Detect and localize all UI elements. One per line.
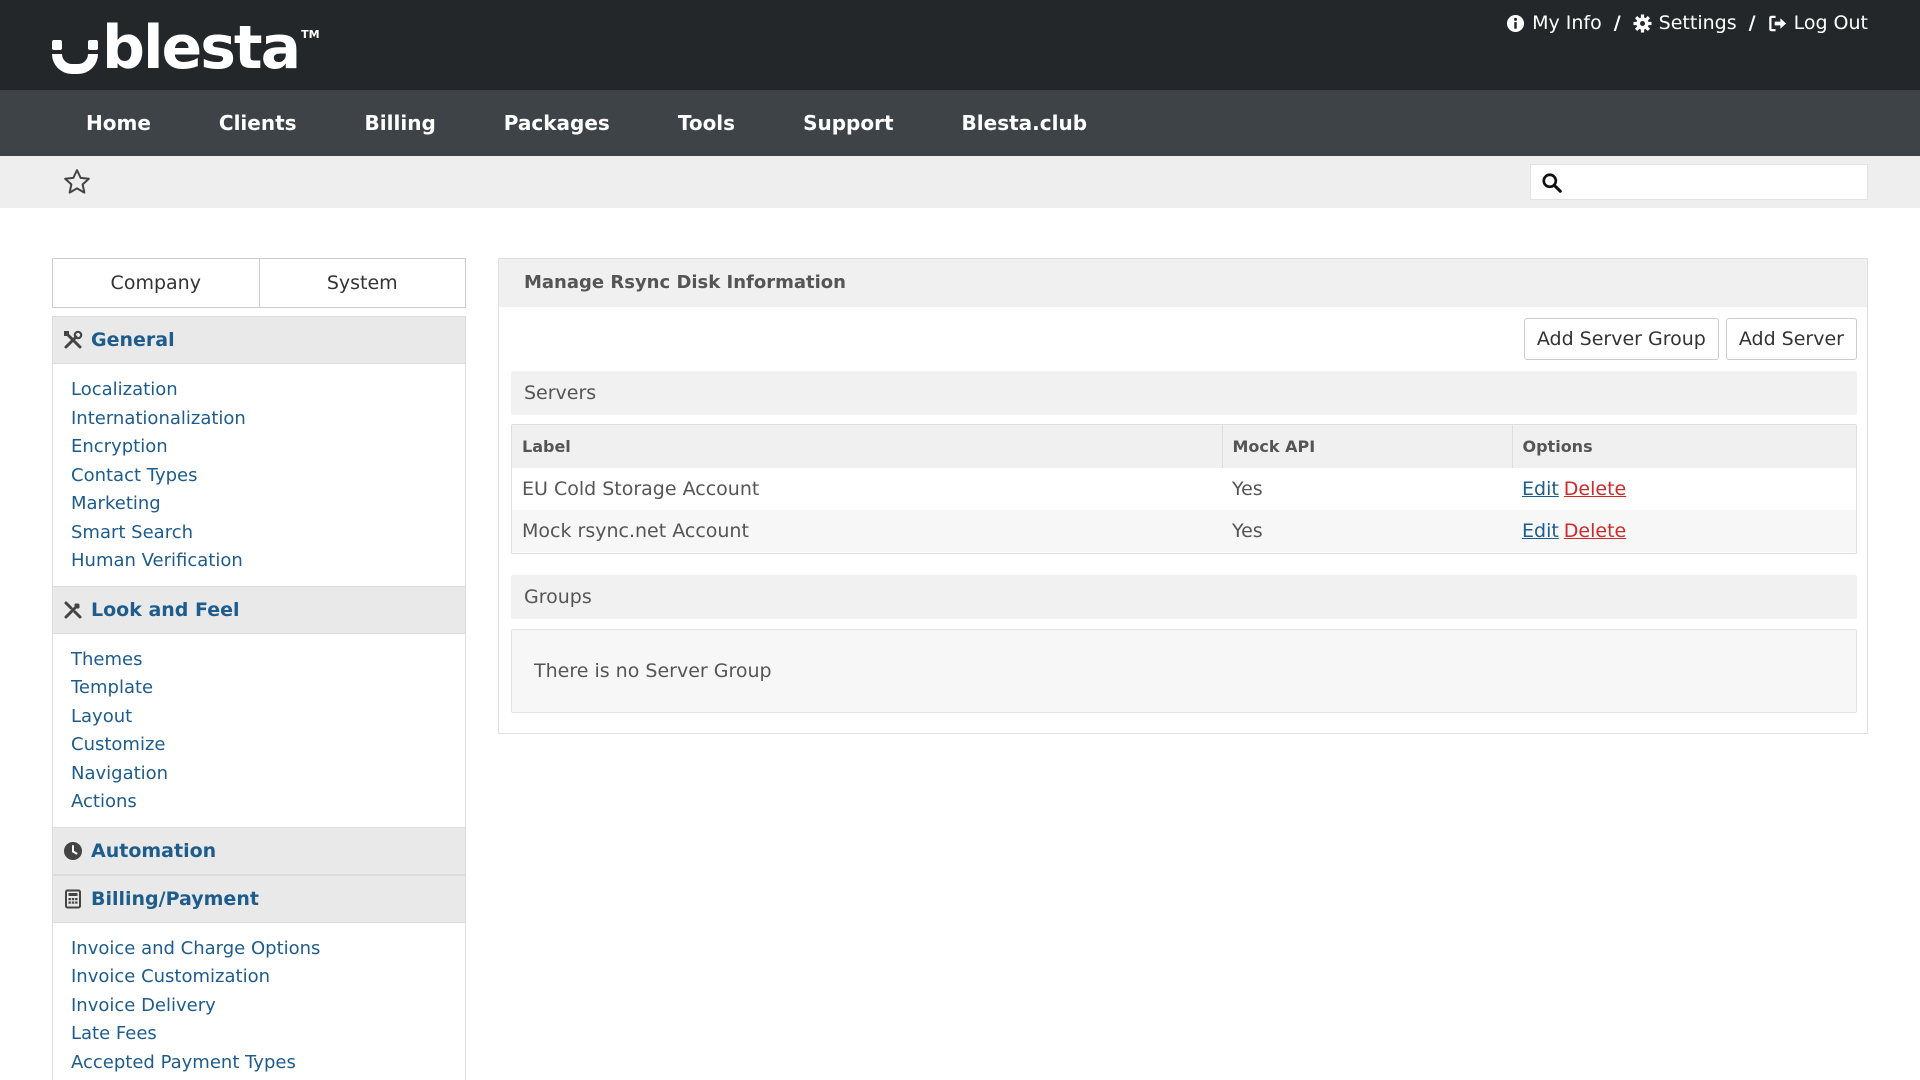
logo-text: blesta — [102, 13, 301, 83]
table-row: EU Cold Storage Account Yes Edit Delete — [512, 468, 1856, 510]
look-and-feel-links: Themes Template Layout Customize Navigat… — [53, 634, 465, 827]
logo-mark-icon — [52, 18, 100, 74]
delete-link[interactable]: Delete — [1564, 520, 1626, 542]
log-out-label: Log Out — [1793, 12, 1868, 34]
sub-bar — [0, 156, 1920, 208]
server-options: Edit Delete — [1512, 510, 1856, 552]
billing-payment-links: Invoice and Charge Options Invoice Custo… — [53, 923, 465, 1080]
search-icon — [1541, 172, 1563, 194]
my-info-label: My Info — [1532, 12, 1602, 34]
info-circle-icon — [1506, 14, 1525, 33]
delete-link[interactable]: Delete — [1564, 478, 1626, 500]
sidebar-item-invoice-customization[interactable]: Invoice Customization — [71, 963, 465, 992]
groups-empty-message: There is no Server Group — [511, 629, 1857, 713]
sidebar-item-marketing[interactable]: Marketing — [71, 490, 465, 519]
star-icon[interactable] — [62, 167, 92, 197]
sidebar-item-invoice-delivery[interactable]: Invoice Delivery — [71, 992, 465, 1021]
rsync-disk-panel: Manage Rsync Disk Information Add Server… — [498, 258, 1868, 734]
section-title: Look and Feel — [91, 598, 240, 621]
servers-table: Label Mock API Options EU Cold Storage A… — [511, 424, 1857, 554]
server-label: EU Cold Storage Account — [522, 478, 760, 500]
sidebar-item-invoice-and-charge-options[interactable]: Invoice and Charge Options — [71, 935, 465, 964]
paintbrush-icon — [63, 600, 83, 620]
sidebar-item-contact-types[interactable]: Contact Types — [71, 462, 465, 491]
sidebar-item-navigation[interactable]: Navigation — [71, 760, 465, 789]
column-header-label: Label — [512, 425, 1223, 468]
settings-link[interactable]: Settings — [1633, 12, 1737, 34]
my-info-link[interactable]: My Info — [1506, 12, 1602, 34]
panel-actions: Add Server Group Add Server — [1523, 318, 1857, 360]
nav-home[interactable]: Home — [52, 90, 185, 156]
sidebar-item-layout[interactable]: Layout — [71, 703, 465, 732]
section-title: Billing/Payment — [91, 887, 259, 910]
column-header-options: Options — [1512, 425, 1856, 468]
account-links: My Info / Settings / Log Out — [1506, 12, 1868, 34]
page-title: Manage Rsync Disk Information — [499, 259, 1867, 307]
tools-icon — [63, 330, 83, 350]
settings-tabs: Company System — [52, 258, 466, 308]
groups-heading: Groups — [511, 575, 1857, 619]
sign-out-icon — [1768, 14, 1787, 33]
server-label: Mock rsync.net Account — [512, 510, 1222, 552]
general-links: Localization Internationalization Encryp… — [53, 364, 465, 586]
add-server-group-button[interactable]: Add Server Group — [1523, 318, 1719, 360]
sidebar-item-encryption[interactable]: Encryption — [71, 433, 465, 462]
section-automation[interactable]: Automation — [53, 826, 465, 875]
edit-link[interactable]: Edit — [1522, 520, 1559, 542]
tab-company[interactable]: Company — [52, 258, 260, 308]
search-box — [1530, 164, 1868, 200]
top-bar: blesta TM My Info / Settings / Log Out — [0, 0, 1920, 90]
search-input[interactable] — [1571, 169, 1861, 197]
sidebar-item-template[interactable]: Template — [71, 674, 465, 703]
sidebar-item-localization[interactable]: Localization — [71, 376, 465, 405]
tab-system[interactable]: System — [258, 258, 466, 308]
column-header-mock-api: Mock API — [1222, 425, 1513, 468]
clock-icon — [63, 841, 83, 861]
logo-trademark: TM — [301, 28, 320, 41]
edit-link[interactable]: Edit — [1522, 478, 1559, 500]
settings-sidebar: General Localization Internationalizatio… — [52, 316, 466, 1080]
separator: / — [1748, 12, 1756, 34]
sidebar-item-actions[interactable]: Actions — [71, 788, 465, 817]
section-billing-payment[interactable]: Billing/Payment — [53, 874, 465, 923]
section-title: General — [91, 329, 175, 351]
calculator-icon — [63, 889, 83, 909]
table-header-row: Label Mock API Options — [512, 425, 1856, 468]
sidebar-item-accepted-payment-types[interactable]: Accepted Payment Types — [71, 1049, 465, 1078]
settings-label: Settings — [1658, 12, 1737, 34]
table-row: Mock rsync.net Account Yes Edit Delete — [512, 510, 1856, 552]
main-navigation: Home Clients Billing Packages Tools Supp… — [0, 90, 1920, 156]
log-out-link[interactable]: Log Out — [1768, 12, 1868, 34]
sidebar-item-human-verification[interactable]: Human Verification — [71, 547, 465, 576]
section-general[interactable]: General — [53, 316, 465, 364]
nav-blesta-club[interactable]: Blesta.club — [928, 90, 1122, 156]
sidebar-item-internationalization[interactable]: Internationalization — [71, 405, 465, 434]
nav-tools[interactable]: Tools — [644, 90, 769, 156]
add-server-button[interactable]: Add Server — [1725, 318, 1857, 360]
sidebar-item-themes[interactable]: Themes — [71, 646, 465, 675]
nav-support[interactable]: Support — [769, 90, 927, 156]
section-title: Automation — [91, 839, 217, 862]
nav-clients[interactable]: Clients — [185, 90, 331, 156]
section-look-and-feel[interactable]: Look and Feel — [53, 585, 465, 634]
server-options: Edit Delete — [1512, 468, 1856, 510]
sidebar-item-smart-search[interactable]: Smart Search — [71, 519, 465, 548]
sidebar-item-late-fees[interactable]: Late Fees — [71, 1020, 465, 1049]
gear-icon — [1633, 13, 1652, 33]
nav-packages[interactable]: Packages — [470, 90, 644, 156]
nav-billing[interactable]: Billing — [331, 90, 470, 156]
blesta-logo[interactable]: blesta TM — [52, 18, 320, 78]
sidebar-item-customize[interactable]: Customize — [71, 731, 465, 760]
separator: / — [1613, 12, 1621, 34]
server-mock-api: Yes — [1232, 478, 1263, 500]
servers-heading: Servers — [511, 371, 1857, 415]
server-mock-api: Yes — [1222, 510, 1512, 552]
